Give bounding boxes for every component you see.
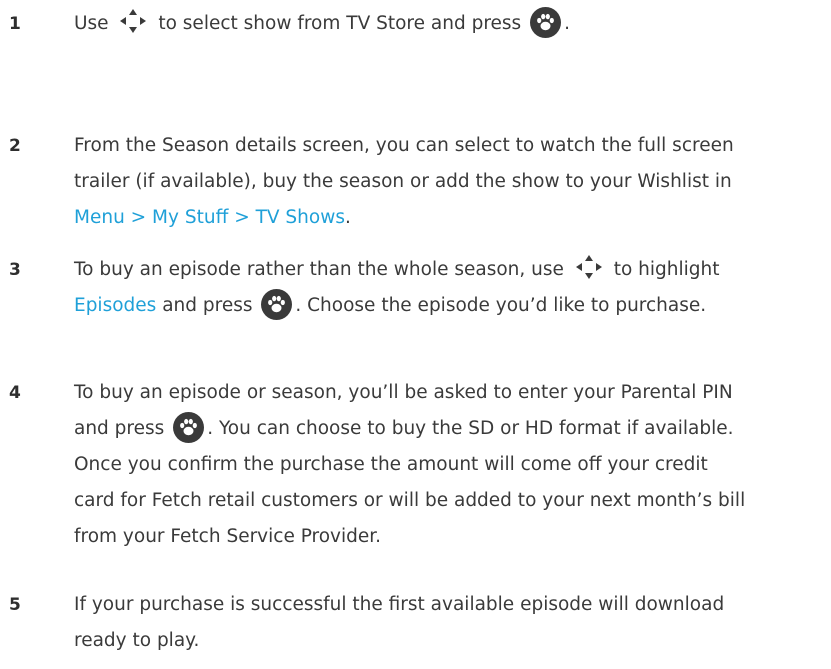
step-number: 1 bbox=[9, 14, 21, 34]
step-text-segment: To buy an episode rather than the whole … bbox=[74, 259, 564, 280]
step-text-line: trailer (if available), buy the season o… bbox=[74, 171, 732, 192]
step-text-segment: to select show from TV Store and press bbox=[158, 13, 522, 34]
step-text-line: from your Fetch Service Provider. bbox=[74, 526, 382, 547]
step-text-segment: Use bbox=[74, 13, 109, 34]
paw-ok-button-icon bbox=[530, 6, 562, 38]
step-text: From the Season details screen, you can … bbox=[74, 128, 831, 236]
step-number: 5 bbox=[9, 595, 21, 615]
step-text-line: ready to play. bbox=[74, 630, 200, 651]
step-text-segment: . Choose the episode you’d like to purch… bbox=[295, 295, 707, 316]
step-text-segment: . bbox=[344, 207, 351, 228]
step-number: 4 bbox=[9, 383, 21, 403]
step-text-line: card for Fetch retail customers or will … bbox=[74, 490, 746, 511]
step-text-line: If your purchase is successful the first… bbox=[74, 594, 725, 615]
directional-arrows-icon bbox=[116, 6, 150, 36]
paw-ok-button-icon bbox=[173, 411, 205, 443]
step-text: Use to select show from TV Store and pre… bbox=[74, 6, 831, 42]
step-number: 2 bbox=[9, 136, 21, 156]
step-text-segment: . bbox=[564, 13, 570, 34]
step-text: To buy an episode or season, you’ll be a… bbox=[74, 375, 831, 555]
step-text-line: Once you confirm the purchase the amount… bbox=[74, 454, 708, 475]
step-text-segment: and press bbox=[74, 418, 165, 439]
step-text-segment: to highlight bbox=[613, 259, 720, 280]
menu-path-link[interactable]: Menu > My Stuff > TV Shows bbox=[74, 207, 345, 228]
directional-arrows-icon bbox=[572, 252, 606, 282]
step-text-line: To buy an episode or season, you’ll be a… bbox=[74, 382, 733, 403]
step-text-segment: and press bbox=[162, 295, 253, 316]
step-text: To buy an episode rather than the whole … bbox=[74, 252, 831, 324]
step-number: 3 bbox=[9, 260, 21, 280]
step-text-line: From the Season details screen, you can … bbox=[74, 135, 734, 156]
step-text: If your purchase is successful the first… bbox=[74, 587, 831, 659]
episodes-link[interactable]: Episodes bbox=[74, 295, 156, 316]
step-text-segment: . You can choose to buy the SD or HD for… bbox=[207, 418, 734, 439]
paw-ok-button-icon bbox=[261, 288, 293, 320]
